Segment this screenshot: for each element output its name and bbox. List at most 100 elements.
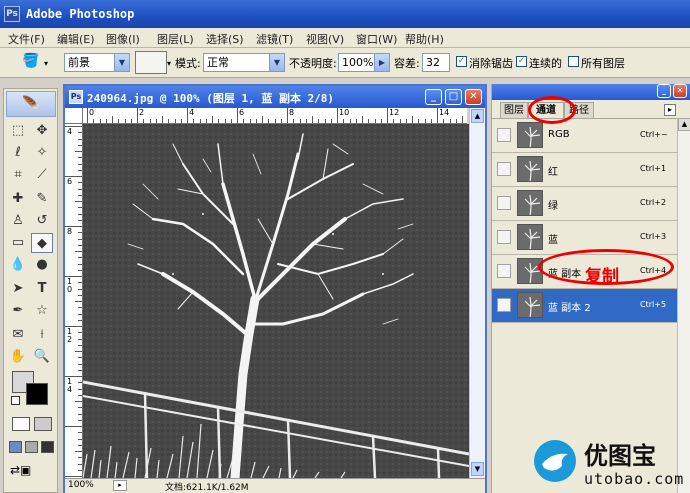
scroll-up-icon[interactable]: ▲: [471, 109, 484, 123]
default-colors-icon[interactable]: [11, 396, 20, 405]
menu-filter[interactable]: 滤镜(T): [256, 31, 293, 47]
vertical-scrollbar[interactable]: ▲ ▼: [469, 108, 485, 478]
panel-minimize-icon[interactable]: _: [657, 84, 671, 98]
zoom-tool-icon[interactable]: 🔍: [31, 347, 53, 367]
tolerance-input[interactable]: 32: [422, 53, 450, 72]
slice-tool-icon[interactable]: ⟋: [31, 165, 53, 185]
document-icon: Ps: [69, 90, 83, 104]
antialias-checkbox[interactable]: ✓: [456, 56, 467, 67]
status-bar: 100% ▸ 文档:621.1K/1.62M: [65, 478, 485, 493]
channel-name: 红: [548, 167, 558, 178]
menu-view[interactable]: 视图(V): [306, 31, 344, 47]
channel-row[interactable]: 👁 蓝 副本 2 Ctrl+5: [492, 289, 677, 323]
ruler-label: 8: [67, 227, 73, 236]
image-canvas[interactable]: [83, 124, 469, 478]
ruler-tick: [78, 319, 82, 321]
ruler-tick: [75, 251, 82, 252]
channel-row[interactable]: 绿 Ctrl+2: [492, 187, 677, 221]
visibility-eye-icon[interactable]: [497, 264, 511, 278]
quick-mask-mode-icon[interactable]: [34, 417, 52, 431]
vertical-ruler[interactable]: 4 6 8 10 12 14: [65, 124, 83, 478]
visibility-eye-icon[interactable]: [497, 196, 511, 210]
screen-mode-full-icon[interactable]: [41, 441, 54, 453]
history-brush-tool-icon[interactable]: ↺: [31, 211, 53, 231]
tool-preset-chevron-icon[interactable]: ▾: [44, 59, 48, 68]
menu-bar: 文件(F) 编辑(E) 图像(I) 图层(L) 选择(S) 滤镜(T) 视图(V…: [0, 28, 690, 48]
panel-title-bar[interactable]: _ ✕: [492, 84, 690, 100]
contiguous-checkbox[interactable]: ✓: [516, 56, 527, 67]
screen-mode-full-menu-icon[interactable]: [25, 441, 38, 453]
jump-to-imageready-icon[interactable]: ⇄▣: [10, 463, 50, 479]
shape-tool-icon[interactable]: ☆: [31, 301, 53, 321]
magic-wand-tool-icon[interactable]: ✧: [31, 143, 53, 163]
standard-mode-icon[interactable]: [12, 417, 30, 431]
document-title-bar[interactable]: Ps 240964.jpg @ 100% (图层 1, 蓝 副本 2/8) _ …: [65, 86, 485, 108]
ruler-tick: [443, 119, 445, 123]
horizontal-ruler[interactable]: 0 2 4 6 8 10 12 14: [83, 108, 467, 124]
menu-image[interactable]: 图像(I): [106, 31, 140, 47]
menu-window[interactable]: 窗口(W): [356, 31, 397, 47]
screen-mode-standard-icon[interactable]: [9, 441, 22, 453]
ruler-tick: [399, 119, 401, 123]
marquee-tool-icon[interactable]: ⬚: [7, 121, 29, 141]
menu-layer[interactable]: 图层(L): [157, 31, 194, 47]
paint-bucket-icon[interactable]: 🪣: [18, 53, 44, 73]
background-color-swatch[interactable]: [26, 383, 48, 405]
menu-help[interactable]: 帮助(H): [405, 31, 444, 47]
all-layers-checkbox[interactable]: [568, 56, 579, 67]
zoom-level[interactable]: 100%: [68, 480, 94, 490]
dodge-tool-icon[interactable]: ●: [31, 255, 53, 275]
ruler-tick: [78, 363, 82, 365]
pattern-picker[interactable]: [135, 51, 167, 74]
ruler-tick: [65, 476, 82, 477]
mode-select[interactable]: 正常 ▼: [203, 53, 285, 72]
tab-layers[interactable]: 图层: [500, 102, 528, 118]
ruler-tick: [78, 182, 82, 184]
brush-tool-icon[interactable]: ✎: [31, 189, 53, 209]
visibility-eye-icon[interactable]: [497, 230, 511, 244]
ruler-label: 2: [139, 108, 145, 117]
channel-row[interactable]: RGB Ctrl+~: [492, 119, 677, 153]
menu-edit[interactable]: 编辑(E): [57, 31, 95, 47]
ruler-label: 0: [89, 108, 95, 117]
crop-tool-icon[interactable]: ⌗: [7, 165, 29, 185]
status-menu-icon[interactable]: ▸: [113, 480, 127, 491]
channel-shortcut: Ctrl+3: [640, 232, 667, 241]
fill-source-select[interactable]: 前景 ▼: [64, 53, 130, 72]
lasso-tool-icon[interactable]: ℓ: [7, 143, 29, 163]
healing-brush-tool-icon[interactable]: ✚: [7, 189, 29, 209]
eyedropper-tool-icon[interactable]: ⟊: [31, 325, 53, 345]
ruler-tick: [78, 238, 82, 240]
panel-close-icon[interactable]: ✕: [673, 84, 687, 98]
path-selection-tool-icon[interactable]: ➤: [7, 279, 29, 299]
ruler-corner[interactable]: [65, 108, 83, 124]
scroll-down-icon[interactable]: ▼: [471, 462, 484, 476]
close-icon[interactable]: ✕: [465, 89, 482, 105]
clone-stamp-tool-icon[interactable]: ♙: [7, 211, 29, 231]
eraser-tool-icon[interactable]: ▭: [7, 233, 29, 253]
opacity-input[interactable]: 100% ▶: [338, 53, 390, 72]
panel-menu-icon[interactable]: ▸: [664, 104, 676, 116]
ruler-tick: [75, 401, 82, 402]
ruler-tick: [78, 144, 82, 146]
move-tool-icon[interactable]: ✥: [31, 121, 53, 141]
ruler-tick: [387, 108, 388, 123]
blur-tool-icon[interactable]: 💧: [7, 255, 29, 275]
menu-file[interactable]: 文件(F): [8, 31, 45, 47]
visibility-eye-icon[interactable]: [497, 162, 511, 176]
menu-select[interactable]: 选择(S): [206, 31, 244, 47]
channel-row[interactable]: 红 Ctrl+1: [492, 153, 677, 187]
visibility-eye-icon[interactable]: 👁: [497, 298, 511, 312]
notes-tool-icon[interactable]: ✉: [7, 325, 29, 345]
pattern-chevron-icon[interactable]: ▾: [167, 59, 171, 68]
ruler-tick: [162, 116, 163, 123]
channel-name: 绿: [548, 201, 558, 212]
pen-tool-icon[interactable]: ✒: [7, 301, 29, 321]
visibility-eye-icon[interactable]: [497, 128, 511, 142]
type-tool-icon[interactable]: T: [31, 279, 53, 299]
paint-bucket-tool-icon[interactable]: ◆: [31, 233, 53, 253]
maximize-icon[interactable]: □: [445, 89, 462, 105]
hand-tool-icon[interactable]: ✋: [7, 347, 29, 367]
panel-scroll-up-icon[interactable]: ▲: [678, 118, 690, 131]
minimize-icon[interactable]: _: [425, 89, 442, 105]
